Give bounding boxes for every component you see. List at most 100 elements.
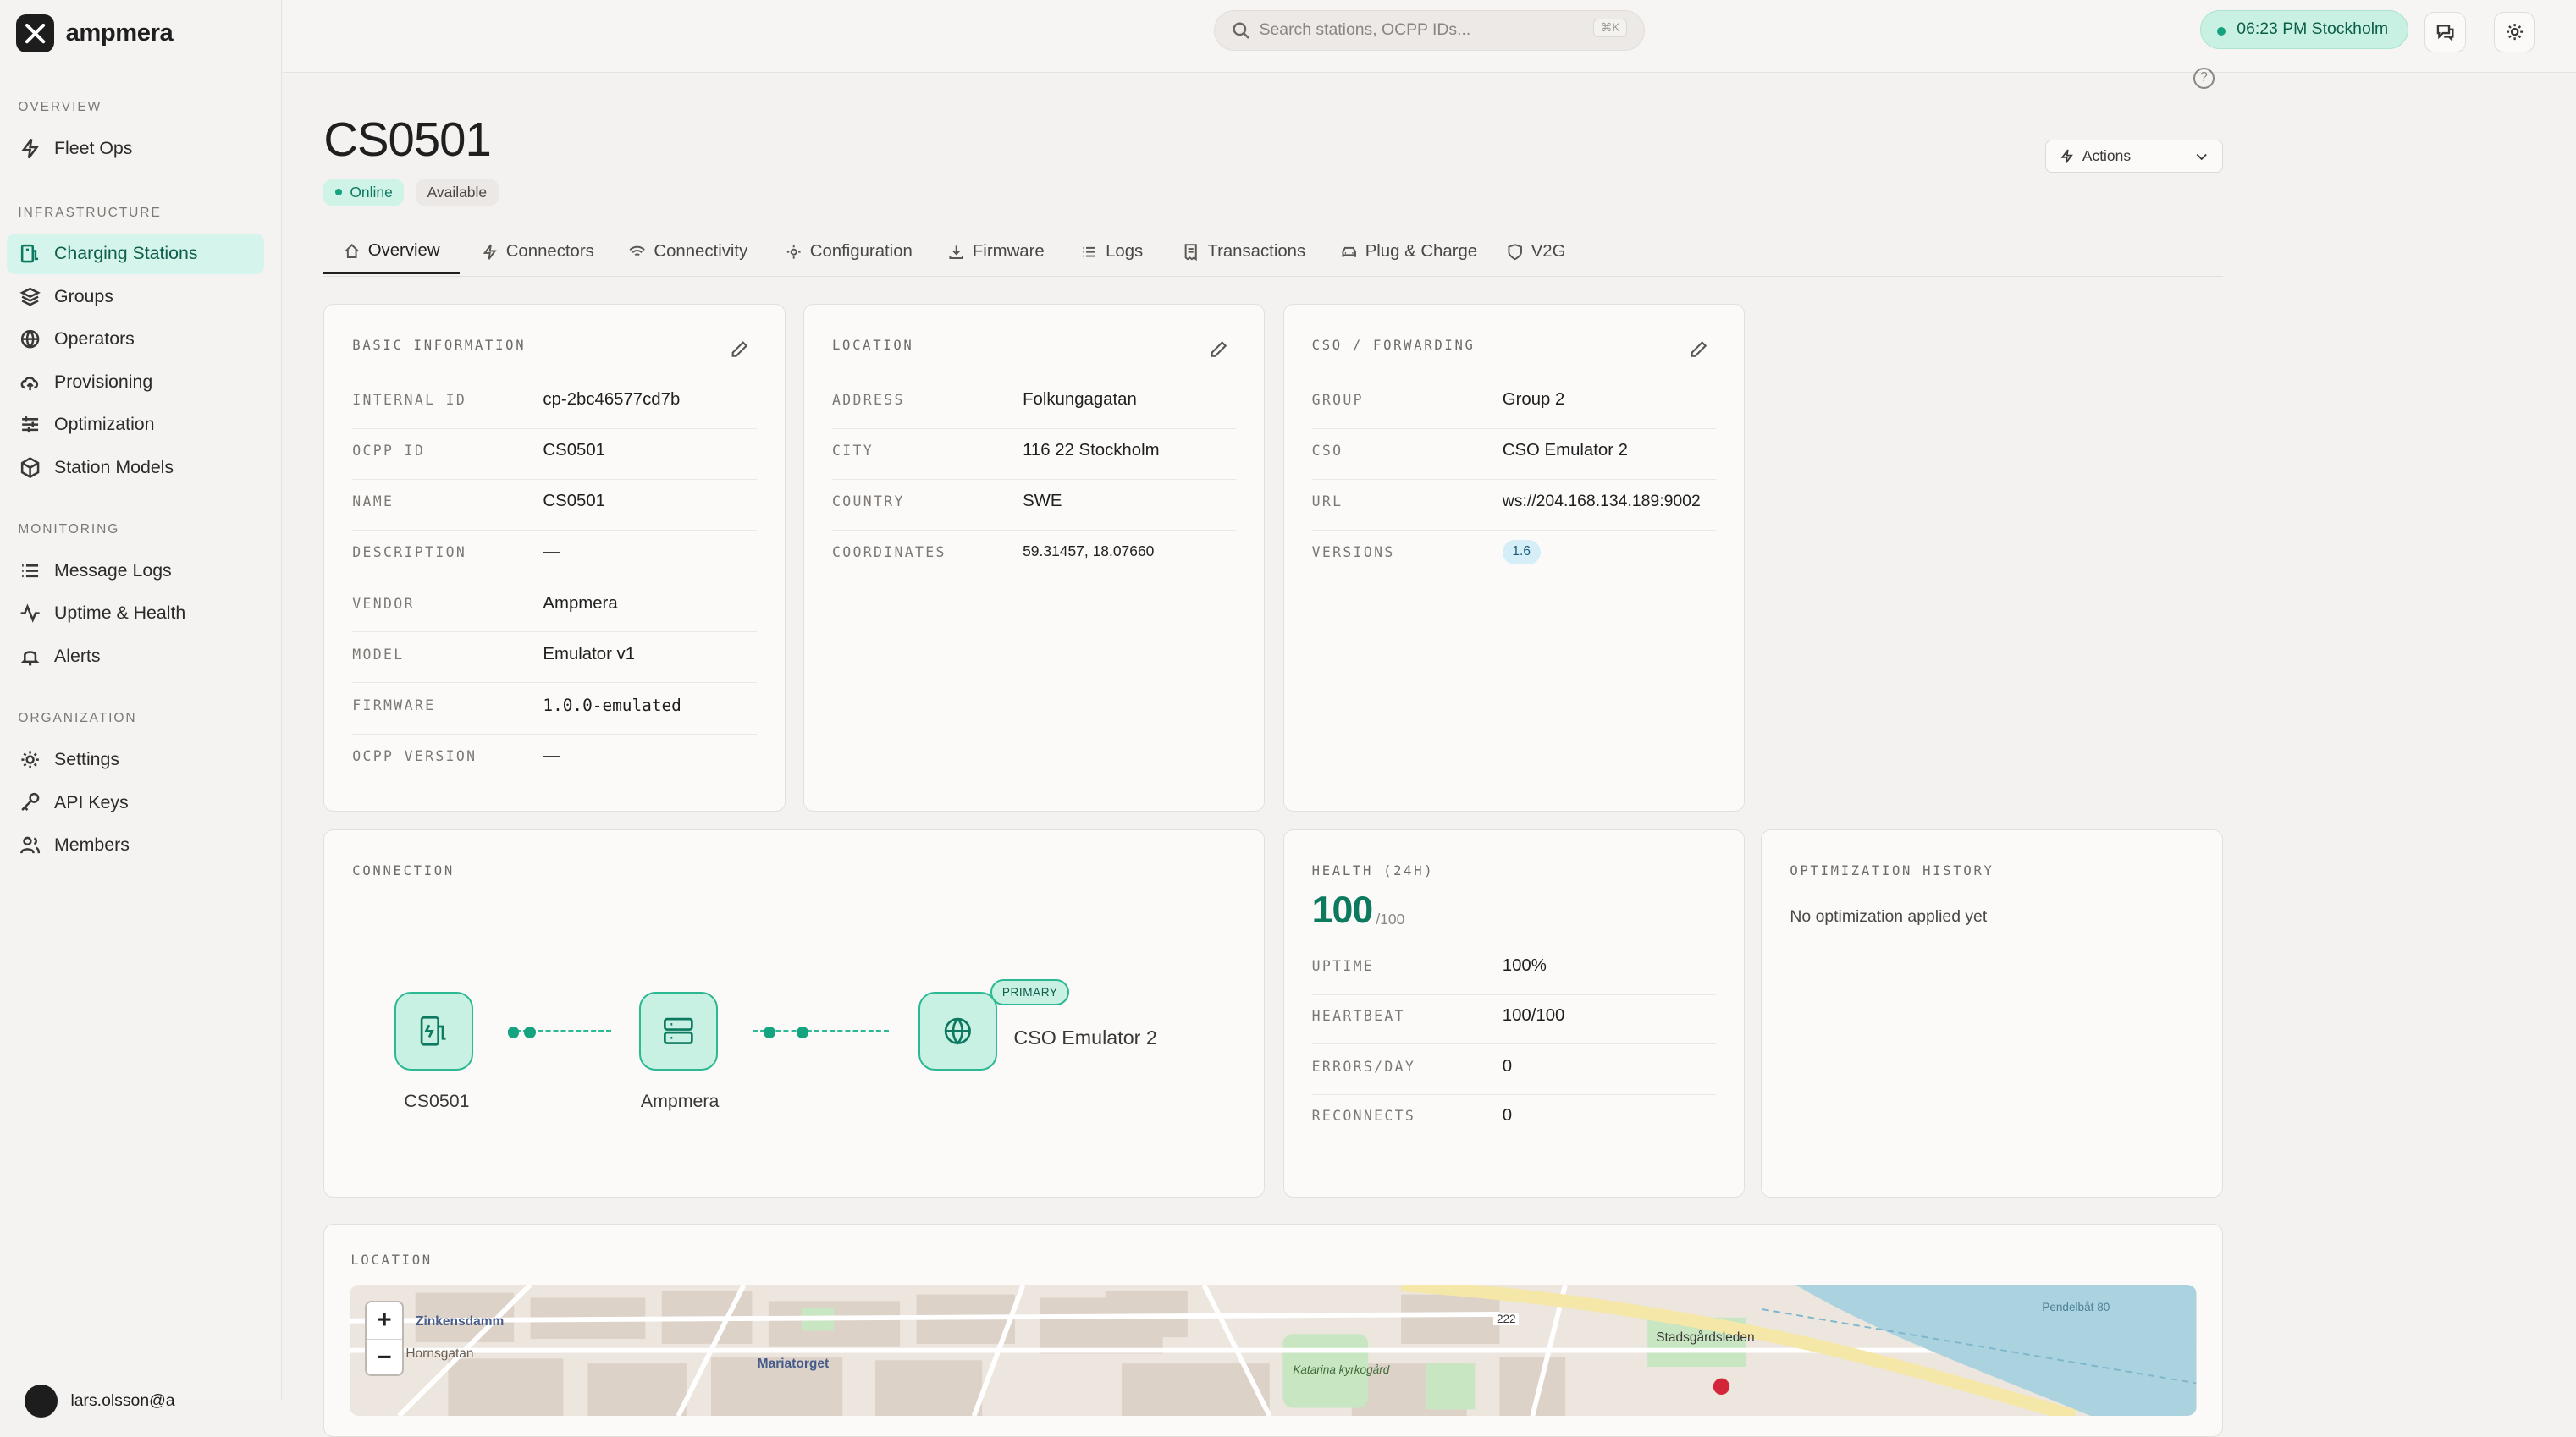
- user-menu[interactable]: lars.olsson@a: [25, 1385, 175, 1418]
- sidebar-item-operators[interactable]: Operators: [7, 318, 265, 360]
- hub-node[interactable]: [638, 992, 719, 1071]
- zoom-in-button[interactable]: +: [366, 1302, 403, 1340]
- sidebar-item-fleet-ops[interactable]: Fleet Ops: [7, 128, 265, 169]
- search-icon: [1233, 22, 1249, 40]
- search-shortcut: ⌘K: [1593, 19, 1628, 38]
- help-icon[interactable]: ?: [2193, 67, 2215, 89]
- sidebar-item-groups[interactable]: Groups: [7, 276, 265, 317]
- messages-button[interactable]: [2424, 11, 2466, 53]
- sidebar-item-message-logs[interactable]: Message Logs: [7, 550, 265, 592]
- sidebar-item-label: Station Models: [54, 456, 174, 477]
- kv-row-country: COUNTRY SWE: [831, 479, 1237, 531]
- sidebar-item-optimization[interactable]: Optimization: [7, 404, 265, 445]
- station-node-label: CS0501: [404, 1090, 470, 1111]
- kv-value: 1.0.0-emulated: [543, 695, 681, 715]
- edit-icon[interactable]: [1690, 334, 1707, 357]
- station-node[interactable]: [394, 992, 473, 1071]
- kv-value: Group 2: [1502, 389, 1565, 409]
- settings-button[interactable]: [2493, 11, 2535, 53]
- tab-bar: Overview Connectors Connectivity Configu…: [323, 230, 2223, 278]
- search-input[interactable]: Search stations, OCPP IDs... ⌘K: [1214, 9, 1645, 52]
- zoom-out-button[interactable]: −: [367, 1340, 403, 1376]
- actions-dropdown[interactable]: Actions: [2045, 139, 2223, 173]
- kv-value: Ampmera: [543, 593, 618, 613]
- tab-firmware[interactable]: Firmware: [945, 230, 1048, 274]
- sidebar-item-settings[interactable]: Settings: [7, 739, 265, 780]
- kv-value: —: [543, 746, 560, 766]
- tab-logs[interactable]: Logs: [1078, 230, 1146, 274]
- nav-section-overview: OVERVIEW: [18, 100, 102, 115]
- activity-icon: [20, 603, 40, 624]
- kv-key: UPTIME: [1311, 958, 1375, 975]
- tab-plug-charge[interactable]: Plug & Charge: [1338, 230, 1481, 274]
- map-label: Katarina kyrkogård: [1293, 1363, 1390, 1376]
- kv-row-ocpp-version: OCPP VERSION —: [352, 734, 756, 785]
- topbar: Search stations, OCPP IDs... ⌘K 06:23 PM…: [282, 0, 2576, 74]
- kv-value: 116 22 Stockholm: [1023, 441, 1160, 460]
- tab-v2g[interactable]: V2G: [1503, 230, 1569, 274]
- map-label: Pendelbåt 80: [2042, 1301, 2110, 1314]
- sidebar-item-members[interactable]: Members: [7, 824, 265, 866]
- receipt-icon: [1184, 244, 1198, 261]
- bell-icon: [20, 650, 40, 666]
- kv-value: 0: [1502, 1056, 1513, 1076]
- sidebar-item-charging-stations[interactable]: Charging Stations: [6, 233, 265, 275]
- card-title: OPTIMIZATION HISTORY: [1790, 862, 1994, 878]
- tab-label: Connectivity: [654, 242, 748, 262]
- sidebar-item-station-models[interactable]: Station Models: [7, 447, 265, 488]
- sidebar-item-alerts[interactable]: Alerts: [7, 636, 265, 677]
- link-dot: [797, 1026, 808, 1038]
- sidebar-item-label: Charging Stations: [54, 243, 198, 264]
- kv-value: Emulator v1: [543, 644, 636, 663]
- kv-value: 100%: [1502, 956, 1547, 976]
- map[interactable]: Zinkensdamm Hornsgatan Mariatorget Katar…: [350, 1284, 2197, 1416]
- charger-icon: [420, 1016, 446, 1047]
- health-score-max: /100: [1376, 911, 1405, 928]
- list-icon: [1083, 247, 1095, 257]
- kv-row-group: GROUP Group 2: [1311, 377, 1717, 429]
- brand-logo[interactable]: ampmera: [16, 14, 174, 53]
- sidebar-item-provisioning[interactable]: Provisioning: [7, 361, 265, 403]
- gear-icon: [786, 245, 801, 259]
- kv-key: URL: [1311, 493, 1343, 510]
- cso-forwarding-card: CSO / FORWARDING GROUP Group 2 CSO CSO Emu…: [1282, 304, 1745, 812]
- nav-section-organization: ORGANIZATION: [18, 711, 137, 726]
- logo-icon: [16, 14, 55, 53]
- tab-connectivity[interactable]: Connectivity: [626, 230, 751, 274]
- kv-key: HEARTBEAT: [1311, 1007, 1405, 1024]
- sidebar-item-label: Alerts: [54, 645, 101, 666]
- sidebar-item-uptime-health[interactable]: Uptime & Health: [7, 593, 265, 635]
- kv-key: CSO: [1311, 443, 1343, 460]
- tab-connectors[interactable]: Connectors: [478, 230, 598, 274]
- sidebar-item-label: Message Logs: [54, 559, 172, 581]
- tab-configuration[interactable]: Configuration: [782, 230, 916, 274]
- tab-label: Firmware: [972, 242, 1045, 262]
- tab-label: Logs: [1106, 242, 1144, 262]
- edit-icon[interactable]: [1210, 334, 1227, 357]
- edit-icon[interactable]: [731, 334, 748, 357]
- sidebar-item-label: Uptime & Health: [54, 603, 186, 624]
- kv-row-name: NAME CS0501: [352, 479, 757, 531]
- kv-key: NAME: [352, 493, 394, 510]
- kv-value: SWE: [1023, 492, 1062, 511]
- kv-row-address: ADDRESS Folkungagatan: [831, 377, 1237, 429]
- list-icon: [22, 564, 39, 577]
- sidebar: ampmera OVERVIEW Fleet Ops INFRASTRUCTUR…: [0, 0, 282, 1418]
- sidebar-item-label: Provisioning: [54, 371, 153, 392]
- kv-key: RECONNECTS: [1311, 1108, 1416, 1124]
- tab-overview[interactable]: Overview: [323, 230, 460, 275]
- sidebar-item-label: Fleet Ops: [54, 138, 133, 159]
- kv-key: ERRORS/DAY: [1311, 1058, 1416, 1075]
- map-tiles: [350, 1284, 2197, 1416]
- brand-name: ampmera: [65, 19, 174, 47]
- tab-transactions[interactable]: Transactions: [1179, 230, 1309, 274]
- tab-label: Transactions: [1207, 242, 1306, 262]
- card-title: LOCATION: [831, 337, 914, 353]
- home-icon: [345, 243, 359, 258]
- sidebar-item-api-keys[interactable]: API Keys: [7, 782, 265, 823]
- search-placeholder: Search stations, OCPP IDs...: [1259, 20, 1471, 40]
- card-title: CONNECTION: [352, 862, 455, 878]
- basic-info-card: BASIC INFORMATION INTERNAL ID cp-2bc46577…: [323, 304, 786, 812]
- sidebar-item-label: API Keys: [54, 791, 129, 812]
- cso-node[interactable]: [918, 992, 997, 1071]
